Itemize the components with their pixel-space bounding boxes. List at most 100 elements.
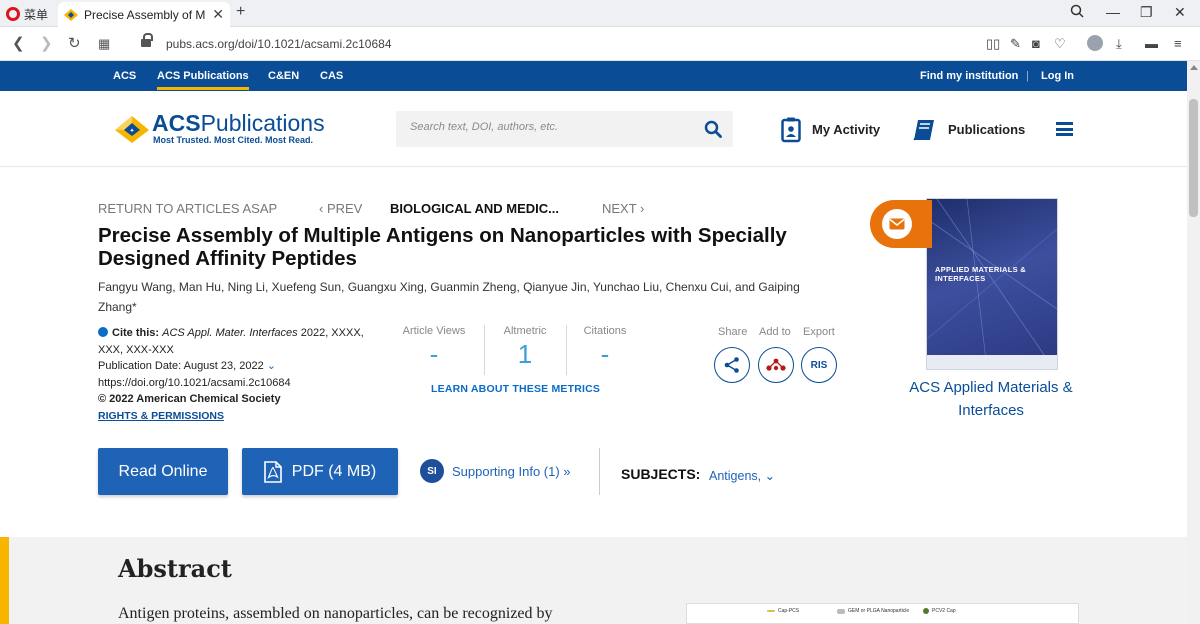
tab-close-icon[interactable]: ✕ — [212, 6, 224, 23]
restore-icon[interactable]: ❐ — [1140, 4, 1153, 21]
altmetric-label: Altmetric — [503, 325, 547, 337]
acs-top-nav: ACS ACS Publications C&EN CAS Find my in… — [0, 61, 1187, 91]
page-scrollbar[interactable] — [1187, 61, 1200, 624]
minimize-icon[interactable]: — — [1106, 4, 1120, 20]
read-online-button[interactable]: Read Online — [98, 448, 228, 495]
metric-divider — [484, 325, 485, 375]
copyright-text: © 2022 American Chemical Society — [98, 393, 281, 405]
pdf-file-icon — [263, 460, 282, 483]
nav-cen[interactable]: C&EN — [268, 70, 299, 82]
email-alert-button[interactable] — [870, 200, 932, 248]
acs-logo-icon[interactable]: ✦ — [114, 114, 150, 149]
nav-separator: | — [1026, 70, 1029, 82]
mendeley-icon — [766, 358, 786, 371]
learn-metrics-link[interactable]: LEARN ABOUT THESE METRICS — [431, 383, 600, 395]
legend-item: GEM or PLGA Nanoparticle — [837, 608, 909, 614]
export-ris-button[interactable]: RIS — [801, 347, 837, 383]
journal-cover-image[interactable]: APPLIED MATERIALS & INTERFACES — [927, 199, 1057, 369]
supporting-info-link[interactable]: Supporting Info (1) » — [452, 464, 571, 479]
metric-divider — [566, 325, 567, 375]
cover-footer — [927, 355, 1057, 369]
search-icon[interactable] — [704, 120, 722, 138]
subjects-label: SUBJECTS: — [621, 466, 701, 482]
browser-tabbar: 菜单 Precise Assembly of Multiple ✕ + — ❐ … — [0, 0, 1200, 27]
chevron-down-icon: ⌄ — [266, 360, 277, 372]
toc-graphic-image[interactable]: Cap-PCS GEM or PLGA Nanoparticle PCV2 Ca… — [686, 603, 1079, 624]
acs-favicon-icon — [64, 8, 78, 21]
menu-label: 菜单 — [24, 7, 49, 22]
my-activity-link[interactable]: My Activity — [812, 122, 880, 137]
scroll-thumb[interactable] — [1189, 99, 1198, 217]
login-link[interactable]: Log In — [1041, 70, 1074, 82]
edit-icon[interactable]: ✎ — [1010, 36, 1021, 52]
download-icon[interactable]: ⤓ — [1116, 36, 1122, 52]
article-title: Precise Assembly of Multiple Antigens on… — [98, 224, 787, 270]
camera-icon[interactable]: ◙ — [1032, 36, 1040, 51]
altmetric-metric[interactable]: Altmetric 1 — [496, 325, 554, 370]
article-views-metric: Article Views - — [400, 325, 468, 370]
pdf-label: PDF (4 MB) — [291, 462, 377, 480]
browser-menu-icon[interactable]: ≡ — [1174, 36, 1182, 51]
pdf-download-button[interactable]: PDF (4 MB) — [242, 448, 398, 495]
svg-text:✦: ✦ — [129, 128, 134, 135]
battery-icon[interactable]: ▬ — [1145, 36, 1158, 51]
reload-icon[interactable]: ↻ — [68, 34, 81, 52]
legend-item: PCV2 Cap — [923, 608, 956, 614]
vertical-divider — [599, 448, 600, 495]
browser-tab-active[interactable]: Precise Assembly of Multiple ✕ — [58, 2, 230, 27]
citation-meta: Cite this: ACS Appl. Mater. Interfaces 2… — [98, 325, 388, 424]
publications-book-icon[interactable] — [911, 118, 937, 147]
back-icon[interactable]: ❮ — [12, 34, 25, 52]
author-list[interactable]: Fangyu Wang, Man Hu, Ning Li, Xuefeng Su… — [98, 277, 818, 317]
search-input[interactable] — [410, 121, 690, 133]
hamburger-menu-icon[interactable] — [1056, 122, 1073, 136]
abstract-text: Antigen proteins, assembled on nanoparti… — [118, 605, 553, 622]
browser-urlbar: ❮ ❯ ↻ ▦ pubs.acs.org/doi/10.1021/acsami.… — [0, 27, 1200, 61]
publication-date[interactable]: Publication Date: August 23, 2022 ⌄ — [98, 358, 388, 375]
reader-icon[interactable]: ▯▯ — [986, 36, 1000, 52]
doi-link[interactable]: https://doi.org/10.1021/acsami.2c10684 — [98, 375, 388, 392]
export-label: Export — [803, 326, 835, 338]
address-bar[interactable]: pubs.acs.org/doi/10.1021/acsami.2c10684 — [166, 37, 392, 51]
nav-cas[interactable]: CAS — [320, 70, 343, 82]
browser-menu-button[interactable]: 菜单 — [6, 4, 48, 24]
search-box — [396, 111, 733, 147]
abstract-accent-bar — [0, 537, 9, 624]
browser-search-icon[interactable] — [1070, 4, 1084, 21]
profile-avatar-icon[interactable] — [1087, 35, 1103, 51]
citations-label: Citations — [583, 325, 627, 337]
cite-line: Cite this: ACS Appl. Mater. Interfaces 2… — [98, 327, 364, 356]
next-article-link[interactable]: NEXT › — [602, 201, 644, 216]
forward-icon[interactable]: ❯ — [40, 34, 53, 52]
ris-label: RIS — [810, 359, 828, 371]
nav-acs[interactable]: ACS — [113, 70, 136, 82]
citations-value: - — [600, 339, 610, 369]
find-institution-link[interactable]: Find my institution — [920, 70, 1018, 82]
tab-title: Precise Assembly of Multiple — [84, 7, 206, 22]
altmetric-value: 1 — [517, 339, 533, 369]
add-to-label: Add to — [759, 326, 791, 338]
subjects-dropdown[interactable]: Antigens, ⌄ — [709, 468, 775, 483]
journal-name-link[interactable]: ACS Applied Materials & Interfaces — [896, 376, 1086, 422]
nav-acs-publications[interactable]: ACS Publications — [157, 70, 249, 90]
add-to-mendeley-button[interactable] — [758, 347, 794, 383]
my-activity-icon[interactable] — [781, 117, 801, 148]
new-tab-icon[interactable]: + — [236, 3, 245, 21]
lock-icon — [141, 33, 153, 48]
abstract-heading: Abstract — [118, 554, 232, 583]
supporting-info-icon[interactable]: SI — [420, 459, 444, 483]
scroll-up-icon[interactable] — [1190, 65, 1198, 70]
citations-metric: Citations - — [580, 325, 630, 370]
read-online-label: Read Online — [118, 462, 208, 480]
heart-icon[interactable]: ♡ — [1054, 36, 1066, 52]
rights-permissions-link[interactable]: RIGHTS & PERMISSIONS — [98, 410, 224, 422]
return-to-articles-link[interactable]: RETURN TO ARTICLES ASAP — [98, 201, 277, 216]
tabs-grid-icon[interactable]: ▦ — [98, 36, 110, 52]
check-icon — [98, 327, 108, 337]
share-button[interactable] — [714, 347, 750, 383]
close-window-icon[interactable]: ✕ — [1174, 4, 1186, 21]
prev-article-link[interactable]: ‹ PREV — [319, 201, 362, 216]
publications-link[interactable]: Publications — [948, 122, 1025, 137]
logo-name[interactable]: ACSPublications — [152, 110, 325, 137]
share-label: Share — [718, 326, 748, 338]
